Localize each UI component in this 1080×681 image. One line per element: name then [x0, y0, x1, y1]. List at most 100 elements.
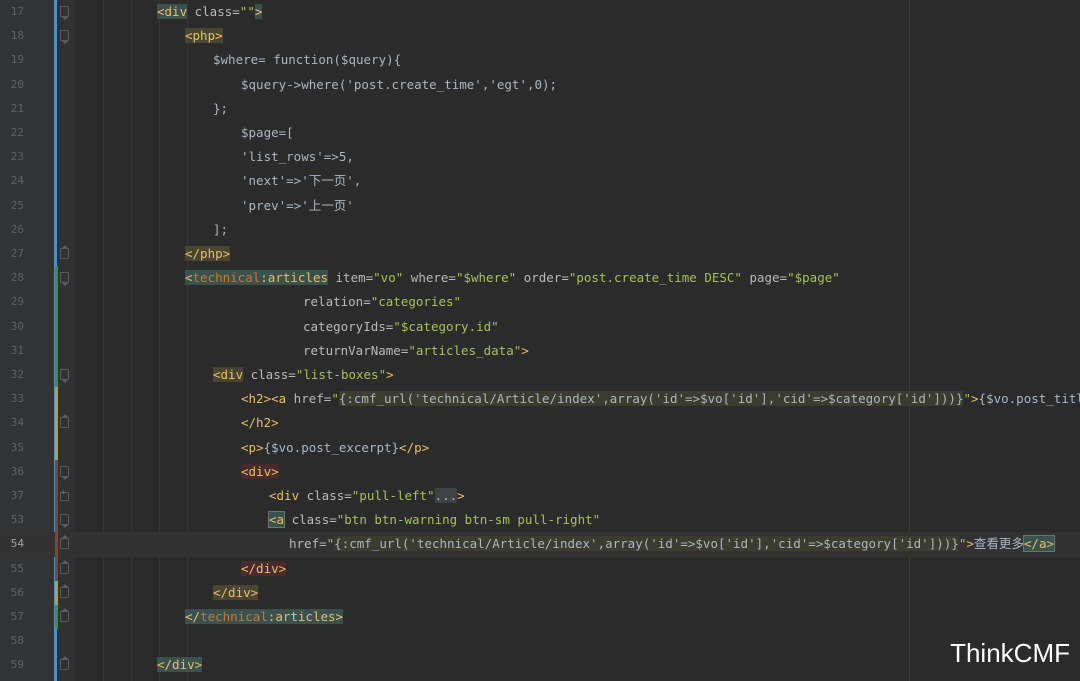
code-line[interactable]: 27 </php>	[0, 242, 1080, 266]
code-line[interactable]: 37 <div class="pull-left"...>	[0, 484, 1080, 509]
code-text[interactable]: <h2><a href="{:cmf_url('technical/Articl…	[241, 387, 1080, 411]
code-token: "$page"	[787, 270, 840, 286]
code-text[interactable]: <div class="list-boxes">	[213, 363, 394, 387]
line-number: 59	[10, 658, 24, 672]
code-token: "articles_data"	[408, 342, 522, 358]
line-number: 55	[10, 561, 24, 575]
code-text[interactable]: </h2>	[241, 411, 279, 435]
code-text[interactable]: </div>	[213, 581, 259, 605]
code-token: "categories"	[370, 294, 462, 310]
fold-toggle-icon[interactable]	[60, 656, 69, 671]
code-text[interactable]: <div class="">	[157, 0, 263, 24]
code-token: </h2>	[241, 415, 279, 431]
code-line[interactable]: 22 $page=[	[0, 121, 1080, 145]
line-number: 33	[10, 392, 24, 406]
change-marker	[55, 435, 58, 460]
code-text[interactable]: </technical:articles>	[185, 605, 344, 629]
code-text[interactable]: <div class="pull-left"...>	[269, 484, 465, 508]
code-line[interactable]: 24 'next'=>'下一页',	[0, 169, 1080, 193]
code-token: "vo"	[373, 270, 404, 286]
code-text[interactable]: relation="categories"	[303, 290, 461, 314]
code-token: "btn btn-warning btn-sm pull-right"	[336, 512, 601, 528]
code-line[interactable]: 56 </div>	[0, 580, 1080, 605]
code-text[interactable]: returnVarName="articles_data">	[303, 339, 529, 363]
code-token: $page=[	[241, 125, 294, 140]
code-line[interactable]: 26];	[0, 218, 1080, 242]
code-text[interactable]: 'prev'=>'上一页'	[241, 194, 354, 218]
code-line[interactable]: 23 'list_rows'=>5,	[0, 145, 1080, 169]
code-token: </div>	[241, 560, 287, 576]
line-number: 37	[10, 489, 24, 502]
code-line[interactable]: 33 <h2><a href="{:cmf_url('technical/Arti…	[0, 387, 1080, 412]
code-line[interactable]: 29 relation="categories"	[0, 290, 1080, 315]
code-line[interactable]: 34 </h2>	[0, 411, 1080, 436]
code-line[interactable]: 17 <div class="">	[0, 0, 1080, 24]
code-text[interactable]: };	[213, 97, 228, 121]
code-text[interactable]: categoryIds="$category.id"	[303, 315, 499, 339]
code-text[interactable]: <a class="btn btn-warning btn-sm pull-ri…	[267, 508, 601, 532]
fold-toggle-icon[interactable]	[60, 488, 69, 501]
code-text[interactable]: <php>	[185, 24, 223, 48]
code-line[interactable]: 57 </technical:articles>	[0, 605, 1080, 630]
code-text[interactable]: $query->where('post.create_time','egt',0…	[241, 73, 557, 97]
fold-toggle-icon[interactable]	[60, 272, 69, 287]
fold-toggle-icon[interactable]	[60, 369, 69, 383]
line-number: 27	[10, 247, 24, 260]
code-line[interactable]: 35 <p>{$vo.post_excerpt}</p>	[0, 435, 1080, 460]
code-text[interactable]: $where= function($query){	[213, 48, 401, 72]
fold-toggle-icon[interactable]	[60, 6, 69, 20]
fold-toggle-icon[interactable]	[60, 559, 69, 574]
code-editor[interactable]: 17 <div class=""> 18 <php> 19 $where= functio…	[0, 0, 1080, 681]
code-text[interactable]: 'next'=>'下一页',	[241, 169, 361, 193]
code-text[interactable]: $page=[	[241, 121, 294, 145]
code-text[interactable]: </php>	[185, 242, 231, 266]
line-number: 30	[10, 319, 24, 333]
change-marker	[55, 484, 58, 509]
fold-toggle-icon[interactable]	[60, 583, 69, 598]
code-line[interactable]: 59 </div>	[0, 653, 1080, 677]
code-token: href=	[289, 536, 327, 552]
line-number: 20	[10, 77, 24, 91]
code-line[interactable]: 28 <technical:articles item="vo" where="$…	[0, 266, 1080, 291]
line-number: 19	[10, 53, 24, 67]
code-text[interactable]: </div>	[241, 557, 287, 581]
code-token: technical	[200, 609, 268, 624]
code-text[interactable]: <p>{$vo.post_excerpt}</p>	[241, 436, 429, 460]
code-line[interactable]: 54 href="{:cmf_url('technical/Article/ind…	[0, 532, 1080, 557]
fold-toggle-icon[interactable]	[60, 608, 69, 622]
code-token: order=	[516, 270, 569, 286]
change-marker	[55, 508, 58, 533]
fold-toggle-icon[interactable]	[60, 514, 69, 529]
code-token: class=	[187, 4, 240, 19]
code-line[interactable]: 32 <div class="list-boxes">	[0, 363, 1080, 388]
code-line[interactable]: 36 <div>	[0, 459, 1080, 484]
fold-toggle-icon[interactable]	[60, 245, 69, 259]
code-text[interactable]: <technical:articles item="vo" where="$wh…	[185, 266, 840, 290]
code-token: "	[331, 391, 339, 407]
code-line[interactable]: 21};	[0, 97, 1080, 121]
code-token: >	[971, 391, 979, 407]
line-number: 36	[10, 464, 24, 478]
fold-toggle-icon[interactable]	[60, 535, 69, 550]
code-text[interactable]: 'list_rows'=>5,	[241, 145, 354, 169]
code-text[interactable]: href="{:cmf_url('technical/Article/index…	[289, 532, 1056, 556]
code-text[interactable]: </div>	[157, 653, 203, 677]
code-token: class=	[299, 488, 352, 503]
line-number: 35	[10, 440, 24, 454]
code-line[interactable]: 55 </div>	[0, 556, 1080, 581]
code-line[interactable]: 31 returnVarName="articles_data">	[0, 338, 1080, 363]
code-line[interactable]: 20 $query->where('post.create_time','egt'…	[0, 73, 1080, 97]
code-line[interactable]: 19 $where= function($query){	[0, 48, 1080, 72]
code-line[interactable]: 30 categoryIds="$category.id"	[0, 314, 1080, 339]
fold-toggle-icon[interactable]	[60, 465, 69, 480]
code-line[interactable]: 58	[0, 629, 1080, 653]
code-text[interactable]: ];	[213, 218, 228, 242]
code-line[interactable]: 25 'prev'=>'上一页'	[0, 194, 1080, 218]
code-line[interactable]: 53 <a class="btn btn-warning btn-sm pull-…	[0, 508, 1080, 533]
code-token: {:cmf_url('technical/Article/index',arra…	[338, 391, 964, 407]
code-token: </div>	[157, 657, 203, 673]
code-line[interactable]: 18 <php>	[0, 24, 1080, 48]
code-text[interactable]: <div>	[241, 460, 279, 484]
fold-toggle-icon[interactable]	[60, 414, 69, 429]
fold-toggle-icon[interactable]	[60, 30, 69, 45]
